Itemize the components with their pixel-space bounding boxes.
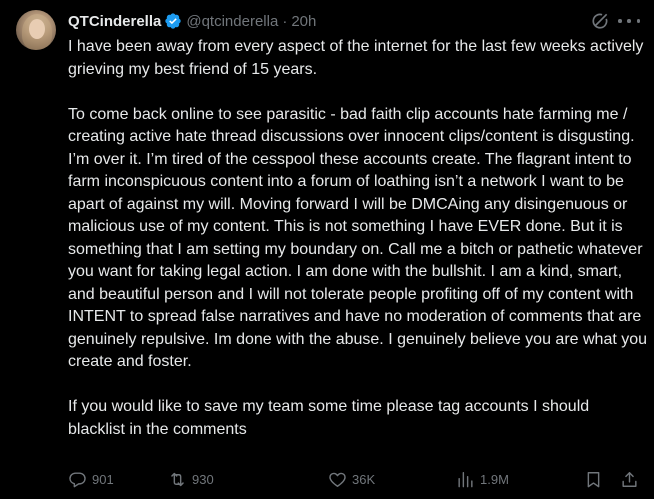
grok-icon[interactable] bbox=[590, 11, 610, 31]
timestamp[interactable]: 20h bbox=[291, 13, 316, 30]
heart-icon bbox=[329, 472, 346, 487]
more-dot bbox=[618, 19, 622, 23]
tweet[interactable]: QTCinderella @qtcinderella · 20h I have … bbox=[0, 0, 654, 499]
more-dot bbox=[627, 19, 631, 23]
avatar[interactable] bbox=[16, 10, 56, 50]
tweet-paragraph: To come back online to see parasitic - b… bbox=[68, 105, 648, 371]
share-icon bbox=[622, 471, 637, 487]
tweet-header: QTCinderella @qtcinderella · 20h bbox=[68, 10, 316, 32]
reply-count: 901 bbox=[92, 471, 114, 487]
handle[interactable]: @qtcinderella bbox=[186, 13, 278, 30]
separator-dot: · bbox=[282, 12, 288, 30]
repost-count: 930 bbox=[192, 471, 214, 487]
analytics-icon bbox=[458, 471, 473, 487]
tweet-paragraph: I have been away from every aspect of th… bbox=[68, 38, 644, 78]
tweet-text: I have been away from every aspect of th… bbox=[68, 36, 648, 441]
views-count: 1.9M bbox=[480, 471, 509, 487]
verified-badge-icon[interactable] bbox=[164, 12, 182, 30]
like-count: 36K bbox=[352, 471, 376, 487]
repost-button[interactable]: 930 bbox=[168, 468, 214, 490]
like-button[interactable]: 36K bbox=[328, 468, 375, 490]
display-name[interactable]: QTCinderella bbox=[68, 13, 161, 30]
bookmark-icon bbox=[587, 471, 600, 487]
more-icon[interactable] bbox=[618, 11, 640, 31]
bookmark-button[interactable] bbox=[584, 468, 603, 490]
avatar-face bbox=[29, 19, 45, 39]
tweet-actions: 901 930 36K 1.9M bbox=[68, 468, 648, 490]
reply-icon bbox=[69, 471, 86, 487]
views-button[interactable]: 1.9M bbox=[456, 468, 509, 490]
share-button[interactable] bbox=[620, 468, 639, 490]
tweet-paragraph: If you would like to save my team some t… bbox=[68, 398, 590, 438]
more-dot bbox=[636, 19, 640, 23]
repost-icon bbox=[171, 472, 184, 486]
reply-button[interactable]: 901 bbox=[68, 468, 114, 490]
